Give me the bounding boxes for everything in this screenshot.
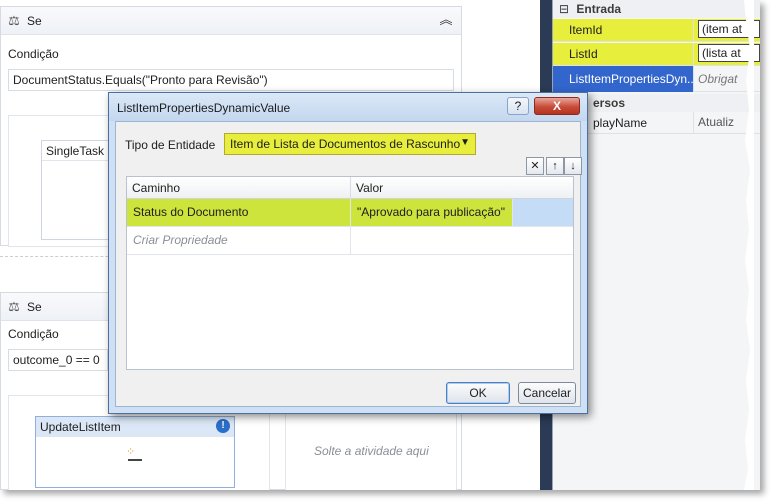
update-list-item-label: UpdateListItem xyxy=(40,420,121,434)
collapse-icon[interactable]: ⊟ xyxy=(559,2,569,16)
dialog-body: Tipo de Entidade Item de Lista de Docume… xyxy=(115,121,582,407)
collapse-chevron-icon[interactable]: ︽ xyxy=(437,11,455,29)
scales-icon: ⚖ xyxy=(8,298,20,314)
cell-path[interactable]: Status do Documento xyxy=(127,199,351,226)
if-activity-1-header[interactable]: ⚖ Se xyxy=(1,7,461,35)
condition-label: Condição xyxy=(8,327,59,341)
new-property-value-cell[interactable] xyxy=(351,227,573,254)
loading-spinner-icon: ⁘ xyxy=(126,446,136,458)
if-activity-2-title: Se xyxy=(27,299,42,314)
cell-value[interactable]: "Aprovado para publicação" xyxy=(351,199,513,226)
category-entrada[interactable]: ⊟ Entrada xyxy=(553,0,760,18)
new-property-row[interactable]: Criar Propriedade xyxy=(127,227,573,255)
help-button[interactable]: ? xyxy=(507,97,529,115)
table-row[interactable]: Status do Documento "Aprovado para publi… xyxy=(127,199,573,227)
move-up-button[interactable]: ↑ xyxy=(546,157,564,175)
update-list-item-title: UpdateListItem ! xyxy=(36,417,234,437)
prop-name: ItemId xyxy=(553,18,693,41)
ok-button[interactable]: OK xyxy=(446,382,510,404)
drop-activity-hint: Solte a atividade aqui xyxy=(314,444,429,458)
entity-type-label: Tipo de Entidade xyxy=(125,138,216,152)
column-header-value[interactable]: Valor xyxy=(351,177,573,199)
prop-row-itemid[interactable]: ItemId (item at xyxy=(553,18,760,42)
condition-expression-field[interactable]: outcome_0 == 0 xyxy=(8,349,108,371)
scales-icon: ⚖ xyxy=(8,12,20,28)
move-down-button[interactable]: ↓ xyxy=(564,157,582,175)
dialog-titlebar[interactable]: ListItemPropertiesDynamicValue ? X xyxy=(109,93,587,121)
cell-value-remainder[interactable] xyxy=(513,199,573,226)
category-entrada-label: Entrada xyxy=(576,2,622,16)
grid-header: Caminho Valor xyxy=(127,177,573,199)
entity-type-dropdown[interactable]: Item de Lista de Documentos de Rascunho … xyxy=(224,133,476,155)
torn-edge-right xyxy=(744,0,754,490)
prop-name: ListItemPropertiesDyn... xyxy=(553,65,693,92)
category-misc-label: ersos xyxy=(593,96,626,110)
update-list-item-activity[interactable]: UpdateListItem ! ⁘ xyxy=(35,416,235,488)
new-property-placeholder[interactable]: Criar Propriedade xyxy=(127,227,351,254)
properties-grid: Caminho Valor Status do Documento "Aprov… xyxy=(126,176,574,370)
dialog-title: ListItemPropertiesDynamicValue xyxy=(117,101,291,115)
column-header-path[interactable]: Caminho xyxy=(127,177,351,199)
dropdown-arrow-icon: ▼ xyxy=(460,137,470,148)
condition-expression-field[interactable]: DocumentStatus.Equals("Pronto para Revis… xyxy=(8,69,454,91)
prop-row-listid[interactable]: ListId (lista at xyxy=(553,42,760,66)
dynamic-value-dialog: ListItemPropertiesDynamicValue ? X Tipo … xyxy=(108,92,588,414)
if-activity-1-title: Se xyxy=(27,13,42,28)
entity-type-value: Item de Lista de Documentos de Rascunho xyxy=(230,137,461,151)
expand-handle-icon[interactable] xyxy=(128,459,142,461)
close-button[interactable]: X xyxy=(534,97,580,115)
delete-row-button[interactable]: ✕ xyxy=(526,157,544,175)
cancel-button[interactable]: Cancelar xyxy=(518,382,576,404)
warning-icon: ! xyxy=(216,419,230,433)
prop-row-listitemproperties[interactable]: ListItemPropertiesDyn... Obrigat xyxy=(553,65,760,92)
condition-label: Condição xyxy=(8,47,59,61)
prop-name: ListId xyxy=(553,42,693,65)
